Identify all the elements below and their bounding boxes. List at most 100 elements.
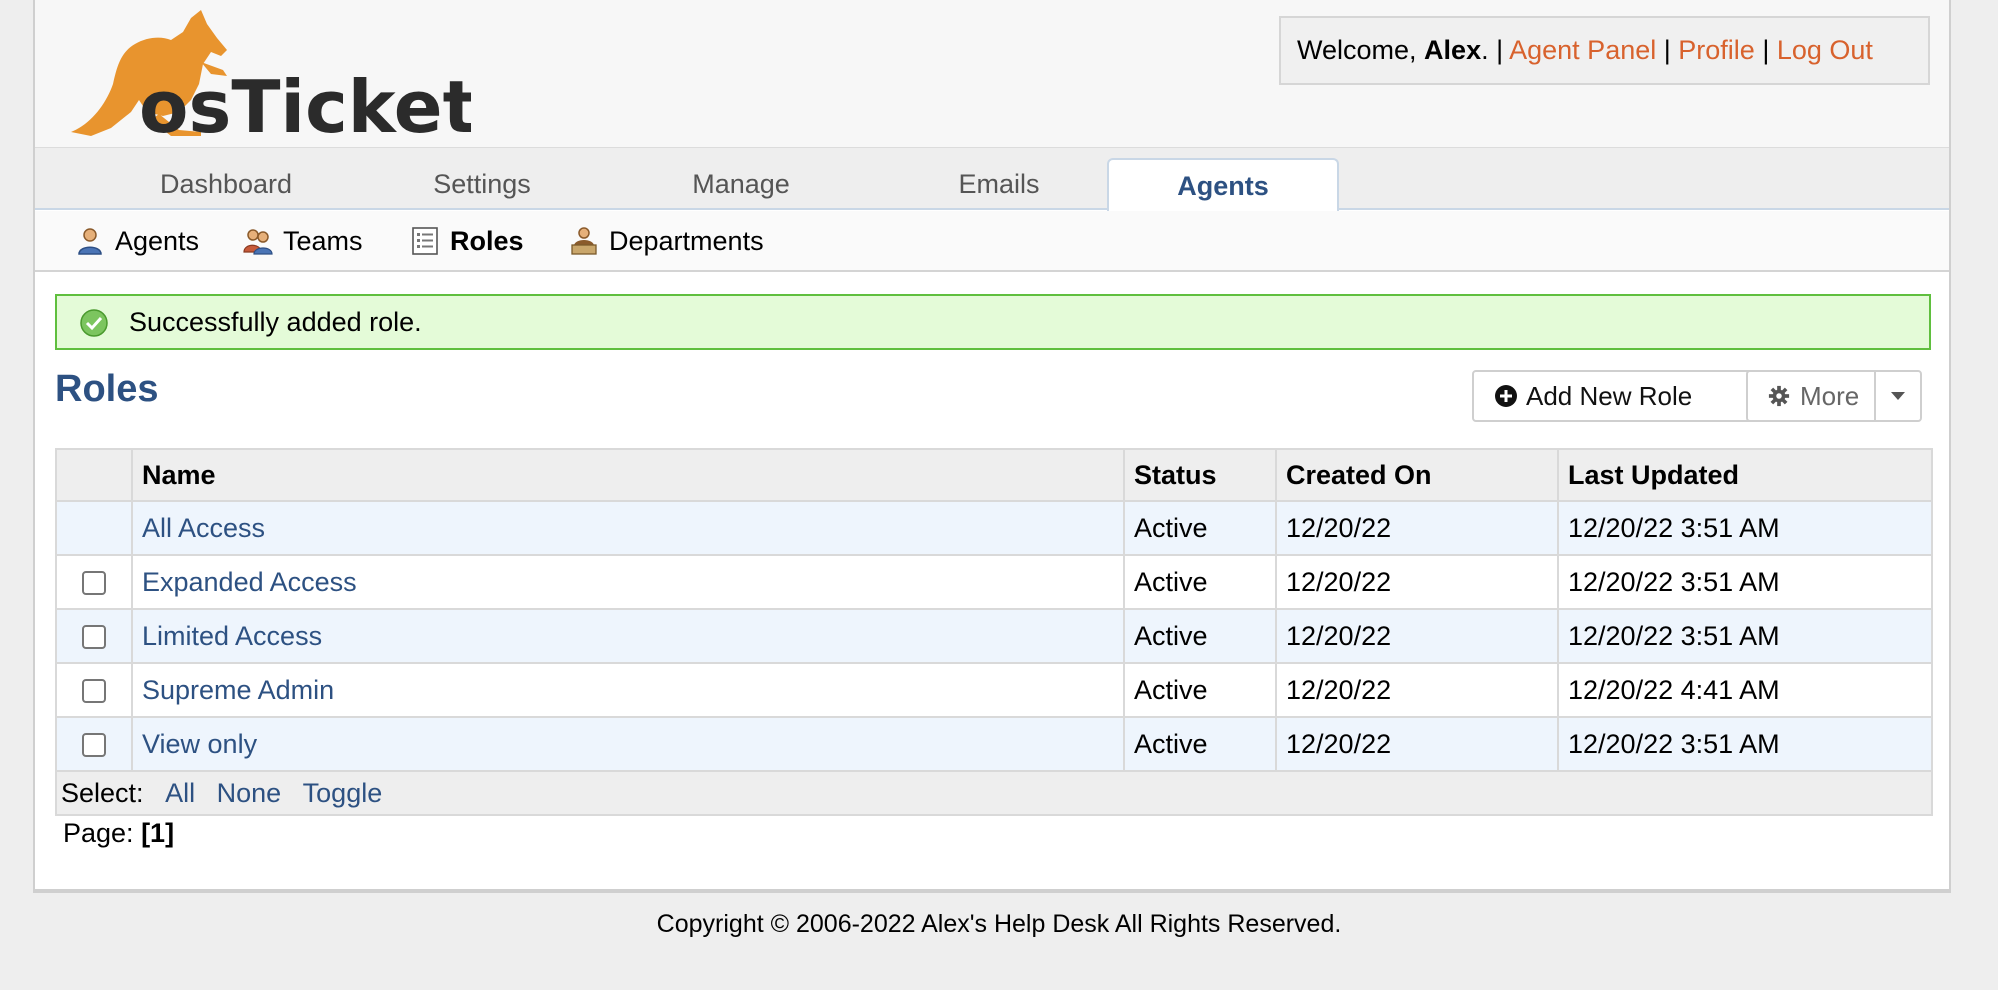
- role-created-on: 12/20/22: [1275, 554, 1559, 610]
- table-row: Expanded Access Active 12/20/22 12/20/22…: [55, 554, 1933, 610]
- tab-dashboard[interactable]: Dashboard: [110, 158, 342, 210]
- column-header-created-on[interactable]: Created On: [1275, 448, 1559, 502]
- role-created-on: 12/20/22: [1275, 608, 1559, 664]
- role-name-cell: Supreme Admin: [131, 662, 1125, 718]
- subnav-item-roles[interactable]: Roles: [410, 223, 524, 259]
- logout-link[interactable]: Log Out: [1777, 35, 1873, 65]
- role-last-updated: 12/20/22 4:41 AM: [1557, 662, 1933, 718]
- column-header-last-updated[interactable]: Last Updated: [1557, 448, 1933, 502]
- tab-manage[interactable]: Manage: [625, 158, 857, 210]
- tab-agents[interactable]: Agents: [1107, 158, 1339, 212]
- user-info-panel: Welcome, Alex. | Agent Panel | Profile |…: [1279, 16, 1930, 85]
- user-name: Alex: [1424, 35, 1482, 65]
- row-select-cell: [55, 500, 133, 556]
- more-label: More: [1800, 381, 1860, 411]
- tab-emails[interactable]: Emails: [883, 158, 1115, 210]
- roles-list-icon: [412, 227, 438, 255]
- page-title: Roles: [55, 368, 159, 410]
- table-row: All Access Active 12/20/22 12/20/22 3:51…: [55, 500, 1933, 556]
- subnav-item-agents[interactable]: Agents: [75, 223, 199, 259]
- add-new-role-button[interactable]: Add New Role: [1472, 370, 1757, 422]
- row-checkbox[interactable]: [82, 733, 106, 758]
- row-select-cell: [55, 608, 133, 664]
- role-name-link[interactable]: Supreme Admin: [142, 675, 334, 705]
- success-notice: Successfully added role.: [55, 294, 1931, 350]
- team-icon: [243, 229, 273, 255]
- row-checkbox[interactable]: [82, 625, 106, 650]
- column-header-name[interactable]: Name: [131, 448, 1125, 502]
- current-page: [1]: [141, 818, 175, 848]
- plus-circle-icon: [1495, 385, 1517, 407]
- kangaroo-logo-icon: osTicket: [71, 10, 477, 149]
- row-select-cell: [55, 662, 133, 718]
- role-created-on: 12/20/22: [1275, 662, 1559, 718]
- caret-down-icon: [1891, 392, 1905, 400]
- select-label: Select:: [61, 777, 144, 808]
- page-label: Page:: [63, 818, 142, 848]
- gear-icon: [1768, 385, 1790, 407]
- select-all-link[interactable]: All: [165, 778, 195, 808]
- role-created-on: 12/20/22: [1275, 500, 1559, 556]
- tab-settings[interactable]: Settings: [366, 158, 598, 210]
- select-controls-row: Select: All None Toggle: [55, 770, 1933, 816]
- row-checkbox[interactable]: [82, 679, 106, 704]
- subnav-label: Agents: [115, 226, 200, 256]
- role-created-on: 12/20/22: [1275, 716, 1559, 772]
- subnav-item-teams[interactable]: Teams: [243, 223, 363, 259]
- table-row: Supreme Admin Active 12/20/22 12/20/22 4…: [55, 662, 1933, 718]
- notice-message: Successfully added role.: [129, 307, 422, 337]
- role-name-cell: Expanded Access: [131, 554, 1125, 610]
- select-toggle-link[interactable]: Toggle: [303, 778, 383, 808]
- role-status: Active: [1123, 608, 1277, 664]
- role-last-updated: 12/20/22 3:51 AM: [1557, 608, 1933, 664]
- role-status: Active: [1123, 554, 1277, 610]
- agent-icon: [78, 228, 102, 255]
- role-name-link[interactable]: View only: [142, 729, 257, 759]
- subnav-item-departments[interactable]: Departments: [569, 223, 764, 259]
- role-status: Active: [1123, 500, 1277, 556]
- page-container: osTicket Welcome, Alex. | Agent Panel | …: [33, 0, 1951, 893]
- footer-copyright: Copyright © 2006-2022 Alex's Help Desk A…: [656, 910, 1342, 938]
- role-last-updated: 12/20/22 3:51 AM: [1557, 500, 1933, 556]
- role-name-link[interactable]: Limited Access: [142, 621, 322, 651]
- department-icon: [571, 227, 597, 255]
- pagination: Page: [1]: [63, 818, 174, 849]
- table-row: View only Active 12/20/22 12/20/22 3:51 …: [55, 716, 1933, 772]
- subnav-label: Roles: [450, 226, 524, 256]
- add-new-role-label: Add New Role: [1526, 381, 1693, 411]
- select-controls-cell: Select: All None Toggle: [55, 770, 1933, 816]
- check-circle-icon: [80, 309, 108, 337]
- separator: |: [1754, 35, 1777, 65]
- role-name-cell: Limited Access: [131, 608, 1125, 664]
- logo-wordmark: osTicket: [139, 65, 471, 140]
- role-name-link[interactable]: Expanded Access: [142, 567, 357, 597]
- role-name-link[interactable]: All Access: [142, 513, 265, 543]
- sub-nav: Agents Teams Roles Departments: [35, 211, 1949, 272]
- role-status: Active: [1123, 716, 1277, 772]
- more-dropdown-toggle[interactable]: [1874, 372, 1920, 420]
- agent-panel-link[interactable]: Agent Panel: [1509, 35, 1656, 65]
- table-header-row: Name Status Created On Last Updated: [55, 448, 1933, 502]
- header: osTicket Welcome, Alex. | Agent Panel | …: [35, 0, 1949, 149]
- row-select-cell: [55, 554, 133, 610]
- role-last-updated: 12/20/22 3:51 AM: [1557, 554, 1933, 610]
- select-column-header: [55, 448, 133, 502]
- welcome-suffix: . |: [1481, 35, 1510, 65]
- roles-table: Name Status Created On Last Updated All …: [55, 448, 1933, 816]
- row-select-cell: [55, 716, 133, 772]
- select-none-link[interactable]: None: [217, 778, 282, 808]
- main-nav: Dashboard Settings Manage Emails Agents: [35, 148, 1949, 212]
- osticket-logo[interactable]: osTicket: [51, 4, 477, 149]
- subnav-label: Teams: [283, 226, 363, 256]
- subnav-label: Departments: [609, 226, 764, 256]
- role-name-cell: All Access: [131, 500, 1125, 556]
- welcome-prefix: Welcome,: [1297, 35, 1425, 65]
- more-actions-button[interactable]: More: [1746, 370, 1922, 422]
- row-checkbox[interactable]: [82, 571, 106, 596]
- separator: |: [1656, 35, 1679, 65]
- column-header-status[interactable]: Status: [1123, 448, 1277, 502]
- role-last-updated: 12/20/22 3:51 AM: [1557, 716, 1933, 772]
- role-status: Active: [1123, 662, 1277, 718]
- role-name-cell: View only: [131, 716, 1125, 772]
- profile-link[interactable]: Profile: [1678, 35, 1755, 65]
